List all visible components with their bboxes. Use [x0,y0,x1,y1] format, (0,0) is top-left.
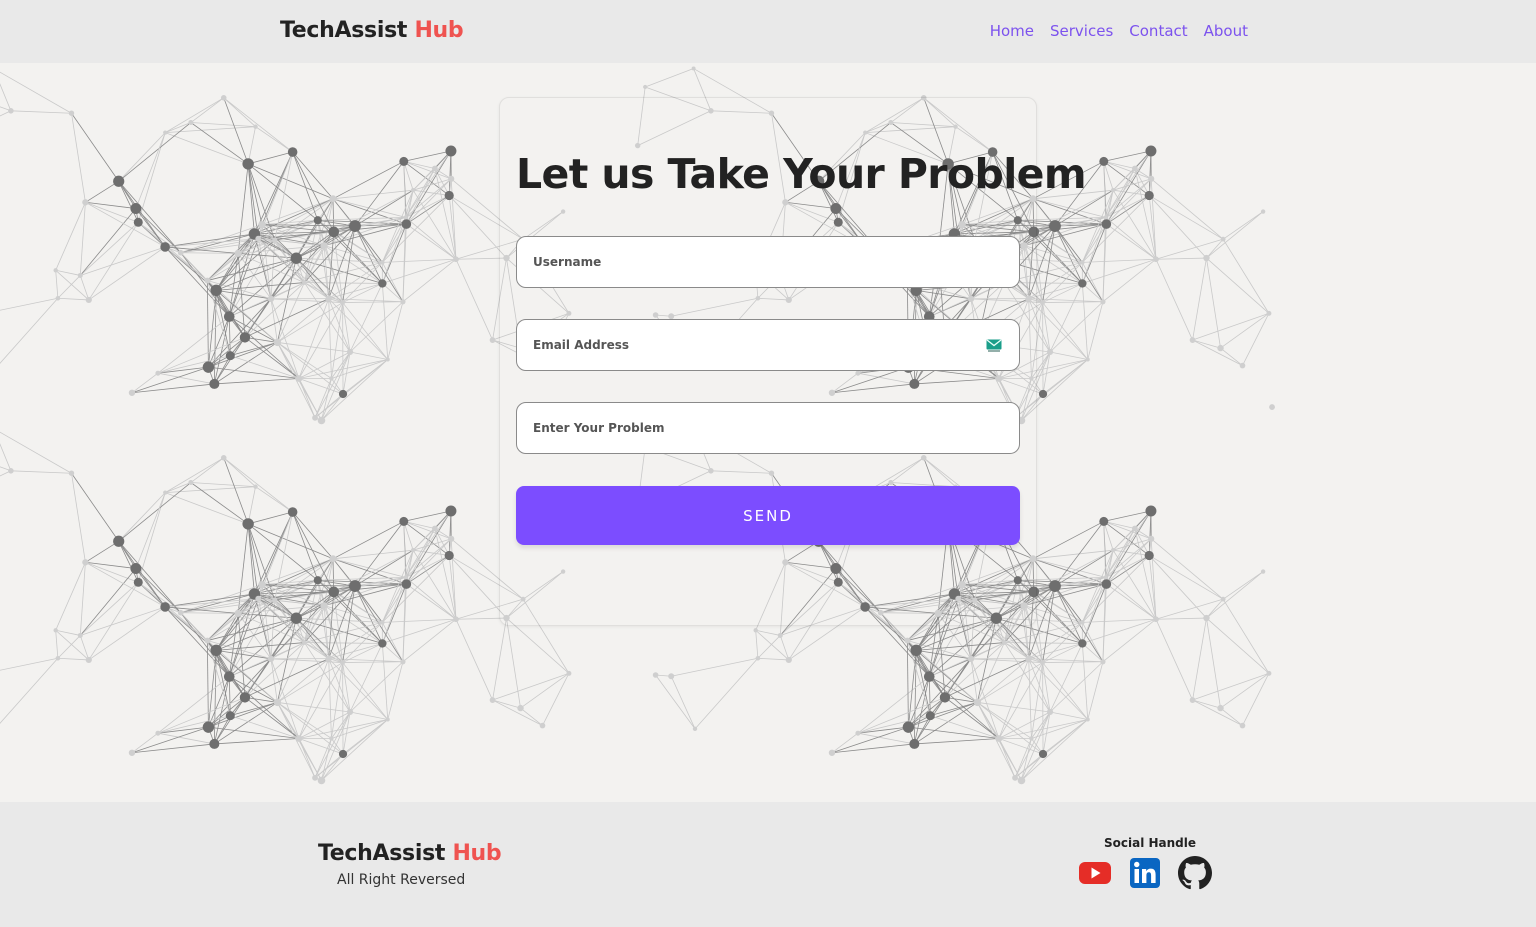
username-input[interactable] [517,237,1019,287]
footer: TechAssist Hub All Right Reversed Social… [0,802,1536,927]
nav-services-link[interactable]: Services [1050,22,1113,40]
brand-logo[interactable]: TechAssist Hub [280,18,464,43]
top-navbar: TechAssist Hub Home Services Contact Abo… [0,0,1536,63]
footer-brand-logo: TechAssist Hub [318,841,502,866]
email-input[interactable] [517,320,1019,370]
copyright-text: All Right Reversed [337,872,466,888]
problem-field [516,402,1020,454]
social-handle-title: Social Handle [1104,836,1197,850]
problem-input[interactable] [517,403,1019,453]
brand-name: TechAssist [280,18,415,43]
linkedin-link[interactable] [1128,856,1162,890]
footer-brand-name: TechAssist [318,841,453,866]
send-button[interactable]: SEND [516,486,1020,545]
form-heading: Let us Take Your Problem [516,150,1087,198]
nav-menu: Home Services Contact About [990,22,1248,40]
youtube-icon [1079,862,1111,884]
email-field [516,319,1020,371]
brand-accent: Hub [414,18,464,43]
nav-about-link[interactable]: About [1204,22,1248,40]
github-link[interactable] [1178,856,1212,890]
nav-home-link[interactable]: Home [990,22,1034,40]
youtube-link[interactable] [1078,856,1112,890]
nav-contact-link[interactable]: Contact [1129,22,1187,40]
social-links [1078,856,1212,890]
mail-icon [986,339,1002,352]
linkedin-icon [1130,858,1160,888]
github-icon [1178,856,1212,890]
footer-brand-accent: Hub [452,841,502,866]
username-field [516,236,1020,288]
